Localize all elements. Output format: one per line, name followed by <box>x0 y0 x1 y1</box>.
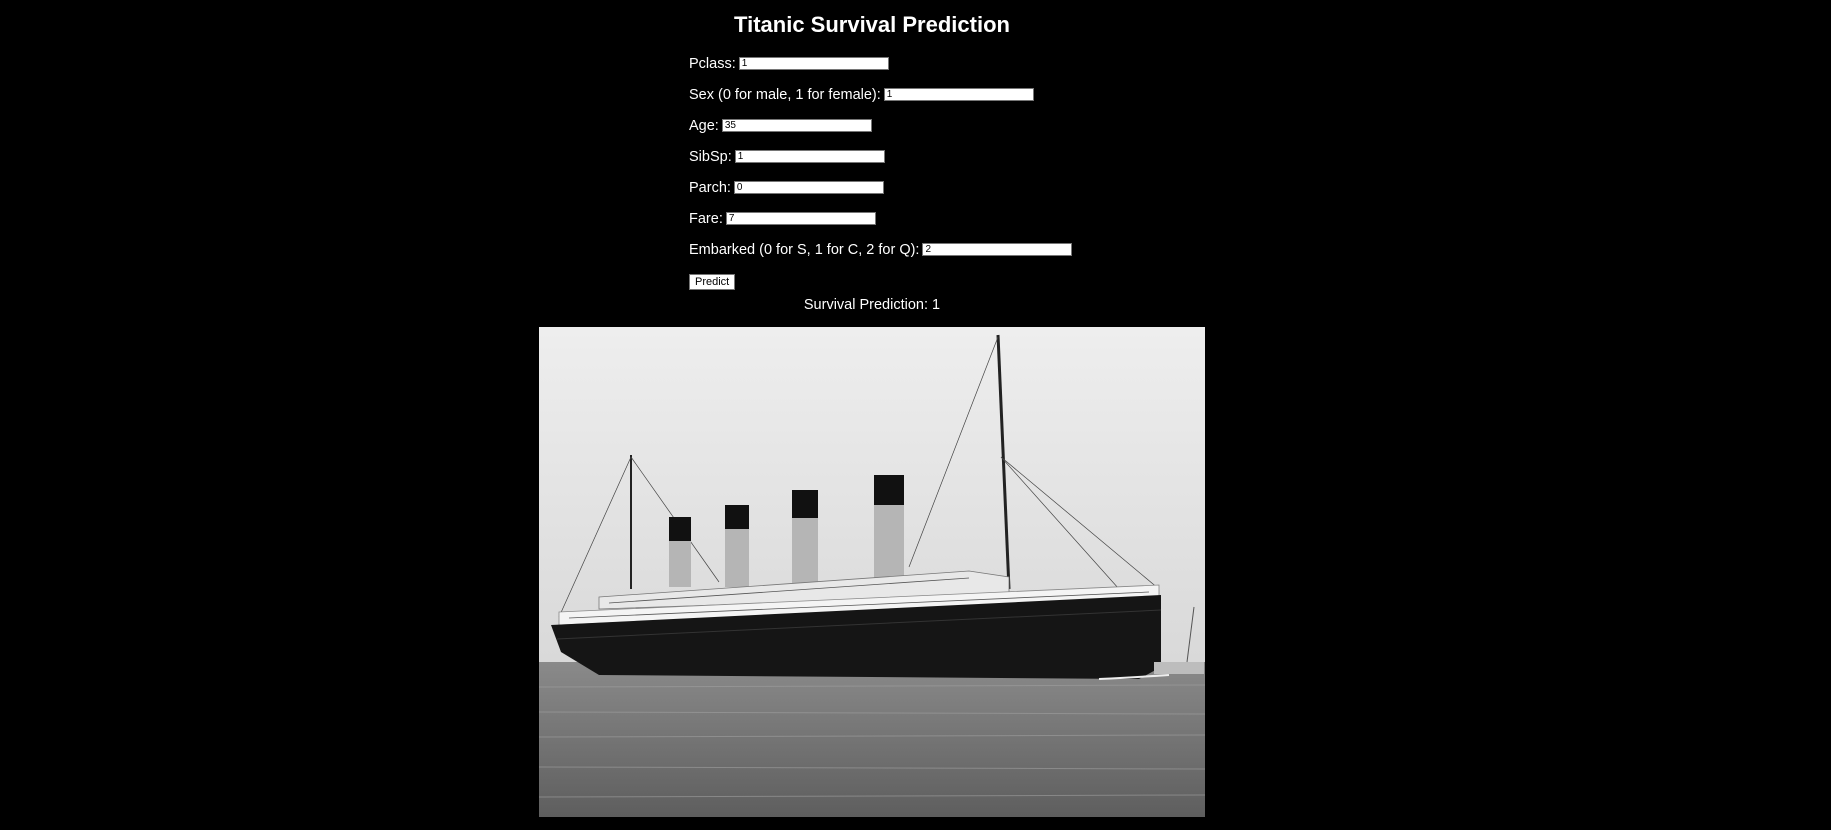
field-parch: Parch: <box>689 172 1189 203</box>
sex-input[interactable] <box>883 88 1034 101</box>
page: Titanic Survival Prediction Pclass: Sex … <box>0 0 1831 830</box>
prediction-form: Pclass: Sex (0 for male, 1 for female): … <box>689 48 1189 298</box>
pclass-input[interactable] <box>738 57 889 70</box>
parch-input[interactable] <box>733 181 884 194</box>
result-value: 1 <box>932 297 941 313</box>
parch-label: Parch: <box>689 179 731 196</box>
result-label: Survival Prediction: <box>803 297 928 313</box>
field-age: Age: <box>689 110 1189 141</box>
fare-label: Fare: <box>689 210 723 227</box>
prediction-result: Survival Prediction: 1 <box>0 296 1744 314</box>
sibsp-input[interactable] <box>734 150 885 163</box>
page-title: Titanic Survival Prediction <box>734 12 1010 37</box>
field-embarked: Embarked (0 for S, 1 for C, 2 for Q): <box>689 234 1189 265</box>
fare-input[interactable] <box>725 212 876 225</box>
field-fare: Fare: <box>689 203 1189 234</box>
embarked-label: Embarked (0 for S, 1 for C, 2 for Q): <box>689 241 920 258</box>
predict-button[interactable]: Predict <box>689 273 736 290</box>
ship-illustration <box>539 327 1205 817</box>
titanic-ship-photo <box>539 327 1205 817</box>
age-input[interactable] <box>721 119 872 132</box>
sibsp-label: SibSp: <box>689 148 732 165</box>
embarked-input[interactable] <box>922 243 1073 256</box>
field-sibsp: SibSp: <box>689 141 1189 172</box>
field-pclass: Pclass: <box>689 48 1189 79</box>
pclass-label: Pclass: <box>689 55 736 72</box>
field-sex: Sex (0 for male, 1 for female): <box>689 79 1189 110</box>
sex-label: Sex (0 for male, 1 for female): <box>689 86 881 103</box>
age-label: Age: <box>689 117 719 134</box>
submit-row: Predict <box>689 265 1189 298</box>
